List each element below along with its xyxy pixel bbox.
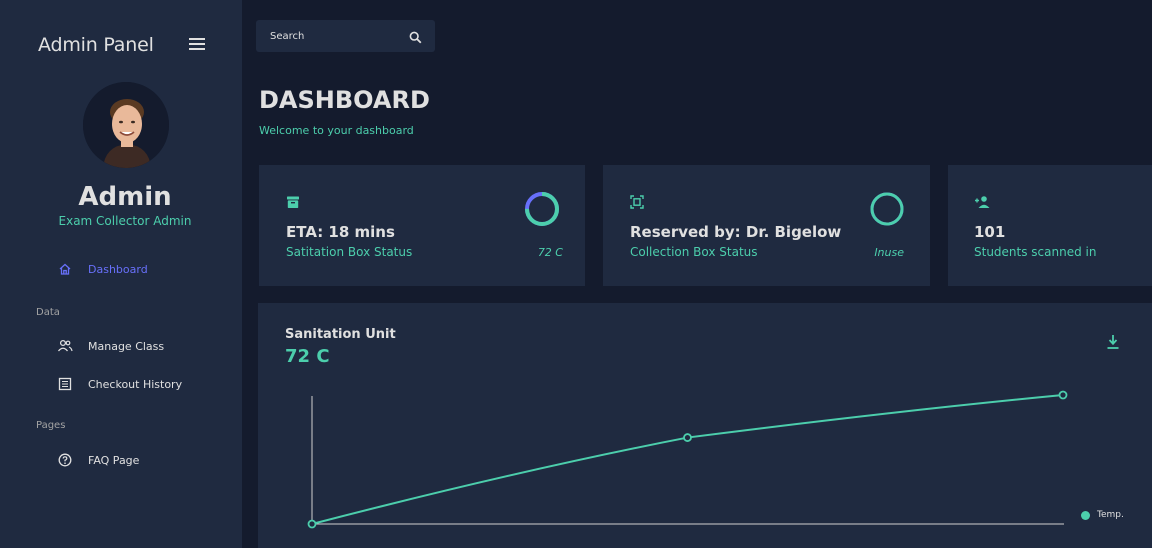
search-input[interactable]	[270, 29, 400, 43]
download-icon[interactable]	[1106, 334, 1120, 354]
line-chart	[307, 390, 1068, 529]
qr-scan-icon	[630, 194, 644, 213]
section-label-data: Data	[36, 307, 60, 318]
stat-card-students: 101 Students scanned in	[948, 165, 1152, 286]
progress-ring	[870, 192, 904, 226]
series-line	[311, 394, 1064, 525]
card-title: 101	[974, 223, 1006, 241]
profile-role: Exam Collector Admin	[58, 214, 192, 228]
help-icon	[57, 452, 73, 468]
sidebar-item-label: Dashboard	[88, 262, 148, 276]
card-value: Inuse	[874, 246, 904, 259]
card-subtitle: Satitation Box Status	[286, 245, 413, 259]
card-subtitle: Collection Box Status	[630, 245, 758, 259]
legend-swatch	[1081, 511, 1090, 520]
app-title: Admin Panel	[38, 34, 154, 56]
sidebar-item-manage-class[interactable]: Manage Class	[57, 338, 164, 354]
chart-title: Sanitation Unit	[285, 327, 396, 342]
profile-name: Admin	[78, 182, 172, 212]
data-point	[683, 433, 692, 442]
data-point	[307, 519, 317, 529]
sidebar: Admin Panel Admin Exam Collector Admin D…	[0, 0, 242, 548]
sidebar-item-checkout-history[interactable]: Checkout History	[57, 376, 182, 392]
menu-icon[interactable]	[189, 38, 205, 52]
avatar	[83, 82, 169, 168]
page-title: DASHBOARD	[259, 86, 430, 114]
stat-card-sanitation: ETA: 18 mins Satitation Box Status 72 C	[259, 165, 585, 286]
stat-card-collection: Reserved by: Dr. Bigelow Collection Box …	[603, 165, 930, 286]
sidebar-item-label: Manage Class	[88, 339, 165, 353]
sidebar-item-label: Checkout History	[88, 377, 183, 391]
person-add-icon	[974, 194, 990, 213]
receipt-icon	[57, 376, 73, 392]
progress-ring	[525, 192, 559, 226]
section-label-pages: Pages	[36, 420, 66, 431]
card-subtitle: Students scanned in	[974, 245, 1097, 259]
card-title: Reserved by: Dr. Bigelow	[630, 223, 842, 241]
page-subtitle: Welcome to your dashboard	[259, 124, 414, 137]
data-point	[1058, 390, 1068, 400]
card-title: ETA: 18 mins	[286, 223, 395, 241]
people-icon	[57, 338, 73, 354]
sidebar-item-faq[interactable]: FAQ Page	[57, 452, 139, 468]
archive-icon	[286, 194, 300, 213]
sidebar-item-dashboard[interactable]: Dashboard	[57, 261, 148, 277]
search-icon[interactable]	[409, 29, 422, 48]
legend-label: Temp.	[1097, 510, 1124, 520]
sidebar-item-label: FAQ Page	[88, 453, 140, 467]
chart-value: 72 C	[285, 346, 330, 367]
home-icon	[57, 261, 73, 277]
card-value: 72 C	[537, 246, 563, 259]
